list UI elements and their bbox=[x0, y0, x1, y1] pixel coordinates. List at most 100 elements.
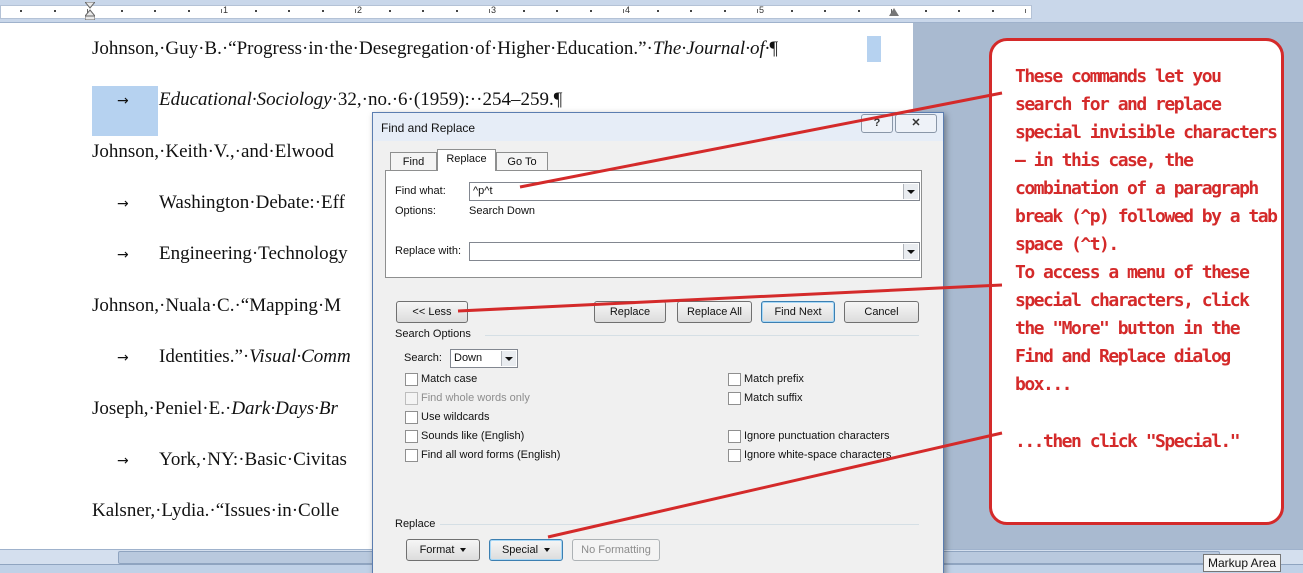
close-button[interactable]: ✕ bbox=[895, 114, 937, 133]
word-forms-checkbox[interactable] bbox=[405, 449, 418, 462]
horizontal-ruler[interactable]: 1 2 3 4 5 bbox=[0, 0, 1303, 23]
ruler-tick bbox=[355, 9, 356, 13]
ruler-tick bbox=[422, 10, 424, 12]
special-button-label: Special bbox=[501, 544, 539, 556]
dropdown-triangle-icon bbox=[460, 548, 467, 553]
tab-go-to[interactable]: Go To bbox=[496, 152, 548, 171]
doc-line-5: Engineering·Technology bbox=[159, 243, 348, 264]
ruler-tick bbox=[690, 10, 692, 12]
dialog-titlebar[interactable]: Find and Replace ? ✕ bbox=[373, 113, 943, 141]
ignore-whitespace-checkbox[interactable] bbox=[728, 449, 741, 462]
whole-words-checkbox[interactable] bbox=[405, 392, 418, 405]
ruler-tick bbox=[120, 10, 123, 12]
callout-paragraph-3: ...then click "Special." bbox=[1015, 431, 1241, 452]
tab-find[interactable]: Find bbox=[390, 152, 437, 171]
doc-line-9: York,·NY:·Basic·Civitas bbox=[159, 449, 347, 470]
doc-line-8: Joseph,·Peniel·E.·Dark·Days·Br bbox=[92, 398, 338, 419]
ruler-tick bbox=[388, 10, 391, 12]
ruler-tick bbox=[321, 10, 324, 12]
find-next-button[interactable]: Find Next bbox=[761, 301, 835, 323]
match-prefix-checkbox[interactable] bbox=[728, 373, 741, 386]
annotation-callout: These commands let you search for and re… bbox=[989, 38, 1284, 525]
format-button-label: Format bbox=[419, 544, 455, 556]
tab-mark-icon: → bbox=[117, 453, 129, 469]
sounds-like-checkbox[interactable] bbox=[405, 430, 418, 443]
ignore-punctuation-checkbox[interactable] bbox=[728, 430, 741, 443]
ruler-tick bbox=[824, 10, 826, 12]
help-button[interactable]: ? bbox=[861, 114, 893, 133]
options-value: Search Down bbox=[469, 205, 536, 217]
options-label: Options: bbox=[395, 205, 436, 217]
match-case-label: Match case bbox=[421, 373, 478, 385]
ruler-number: 3 bbox=[491, 5, 497, 15]
find-what-field[interactable]: ^p^t bbox=[469, 182, 920, 201]
ruler-tick bbox=[556, 10, 558, 12]
tab-replace[interactable]: Replace bbox=[437, 149, 496, 171]
divider bbox=[485, 335, 919, 336]
match-suffix-checkbox[interactable] bbox=[728, 392, 741, 405]
ruler-strip bbox=[0, 5, 1032, 19]
ruler-tick bbox=[221, 9, 222, 13]
ruler-tick bbox=[991, 10, 994, 12]
ruler-tick bbox=[857, 10, 860, 12]
doc-line-6: Johnson,·Nuala·C.·“Mapping·M bbox=[92, 295, 342, 316]
doc-line-2: Educational·Sociology·32,·no.·6·(1959):·… bbox=[159, 89, 563, 110]
special-button[interactable]: Special bbox=[489, 539, 563, 561]
markup-area-tooltip: Markup Area bbox=[1203, 554, 1282, 572]
match-suffix-label: Match suffix bbox=[744, 392, 803, 404]
doc-line-10: Kalsner,·Lydia.·“Issues·in·Colle bbox=[92, 500, 340, 521]
no-formatting-button[interactable]: No Formatting bbox=[572, 539, 660, 561]
replace-with-label: Replace with: bbox=[395, 245, 462, 257]
match-case-checkbox[interactable] bbox=[405, 373, 418, 386]
match-prefix-label: Match prefix bbox=[744, 373, 804, 385]
dropdown-triangle-icon bbox=[544, 548, 551, 553]
search-direction-label: Search: bbox=[404, 352, 442, 364]
dropdown-arrow-icon[interactable] bbox=[501, 351, 516, 366]
selection-highlight bbox=[867, 36, 881, 62]
ruler-tick bbox=[623, 9, 624, 13]
ruler-tick bbox=[924, 10, 927, 12]
ruler-tick bbox=[958, 10, 960, 12]
doc-line-3: Johnson,·Keith·V.,·and·Elwood bbox=[92, 141, 334, 162]
replace-with-field[interactable] bbox=[469, 242, 920, 261]
ignore-punctuation-label: Ignore punctuation characters bbox=[744, 430, 890, 442]
cancel-button[interactable]: Cancel bbox=[844, 301, 919, 323]
replace-section-label: Replace bbox=[395, 518, 436, 530]
ruler-tick bbox=[757, 9, 758, 13]
find-what-value: ^p^t bbox=[473, 185, 493, 197]
less-button[interactable]: << Less bbox=[396, 301, 468, 323]
dropdown-arrow-icon[interactable] bbox=[903, 244, 918, 259]
replace-all-button[interactable]: Replace All bbox=[677, 301, 752, 323]
word-window: 1 2 3 4 5 Johnson,·Guy·B.·“Progress·in·t… bbox=[0, 0, 1303, 573]
ruler-tick bbox=[891, 9, 892, 13]
ruler-tick bbox=[723, 10, 726, 12]
ruler-tick bbox=[20, 10, 22, 12]
ruler-tick bbox=[187, 10, 190, 12]
find-what-label: Find what: bbox=[395, 185, 446, 197]
ruler-tick bbox=[455, 10, 458, 12]
ruler-tick bbox=[790, 10, 793, 12]
search-direction-value: Down bbox=[454, 352, 483, 364]
find-replace-dialog: Find and Replace ? ✕ Find Replace Go To … bbox=[372, 112, 944, 573]
divider bbox=[440, 524, 919, 525]
ruler-number: 1 bbox=[223, 5, 229, 15]
replace-button[interactable]: Replace bbox=[594, 301, 666, 323]
ruler-tick bbox=[53, 10, 56, 12]
dialog-title: Find and Replace bbox=[381, 121, 476, 135]
word-forms-label: Find all word forms (English) bbox=[421, 449, 561, 461]
sounds-like-label: Sounds like (English) bbox=[421, 430, 525, 442]
dropdown-arrow-icon[interactable] bbox=[903, 184, 918, 199]
ruler-tick bbox=[87, 9, 88, 13]
search-options-label: Search Options bbox=[395, 328, 471, 340]
callout-paragraph-1: These commands let you search for and re… bbox=[1015, 66, 1278, 255]
whole-words-label: Find whole words only bbox=[421, 392, 530, 404]
format-button[interactable]: Format bbox=[406, 539, 480, 561]
doc-line-1: Johnson,·Guy·B.·“Progress·in·the·Desegre… bbox=[92, 38, 779, 59]
doc-line-4: Washington·Debate:·Eff bbox=[159, 192, 345, 213]
tab-mark-icon: → bbox=[117, 196, 129, 212]
wildcards-checkbox[interactable] bbox=[405, 411, 418, 424]
doc-line-7: Identities.”·Visual·Comm bbox=[159, 346, 351, 367]
tab-mark-icon: → bbox=[117, 350, 129, 366]
search-direction-select[interactable]: Down bbox=[450, 349, 518, 368]
tab-mark-icon: → bbox=[117, 247, 129, 263]
